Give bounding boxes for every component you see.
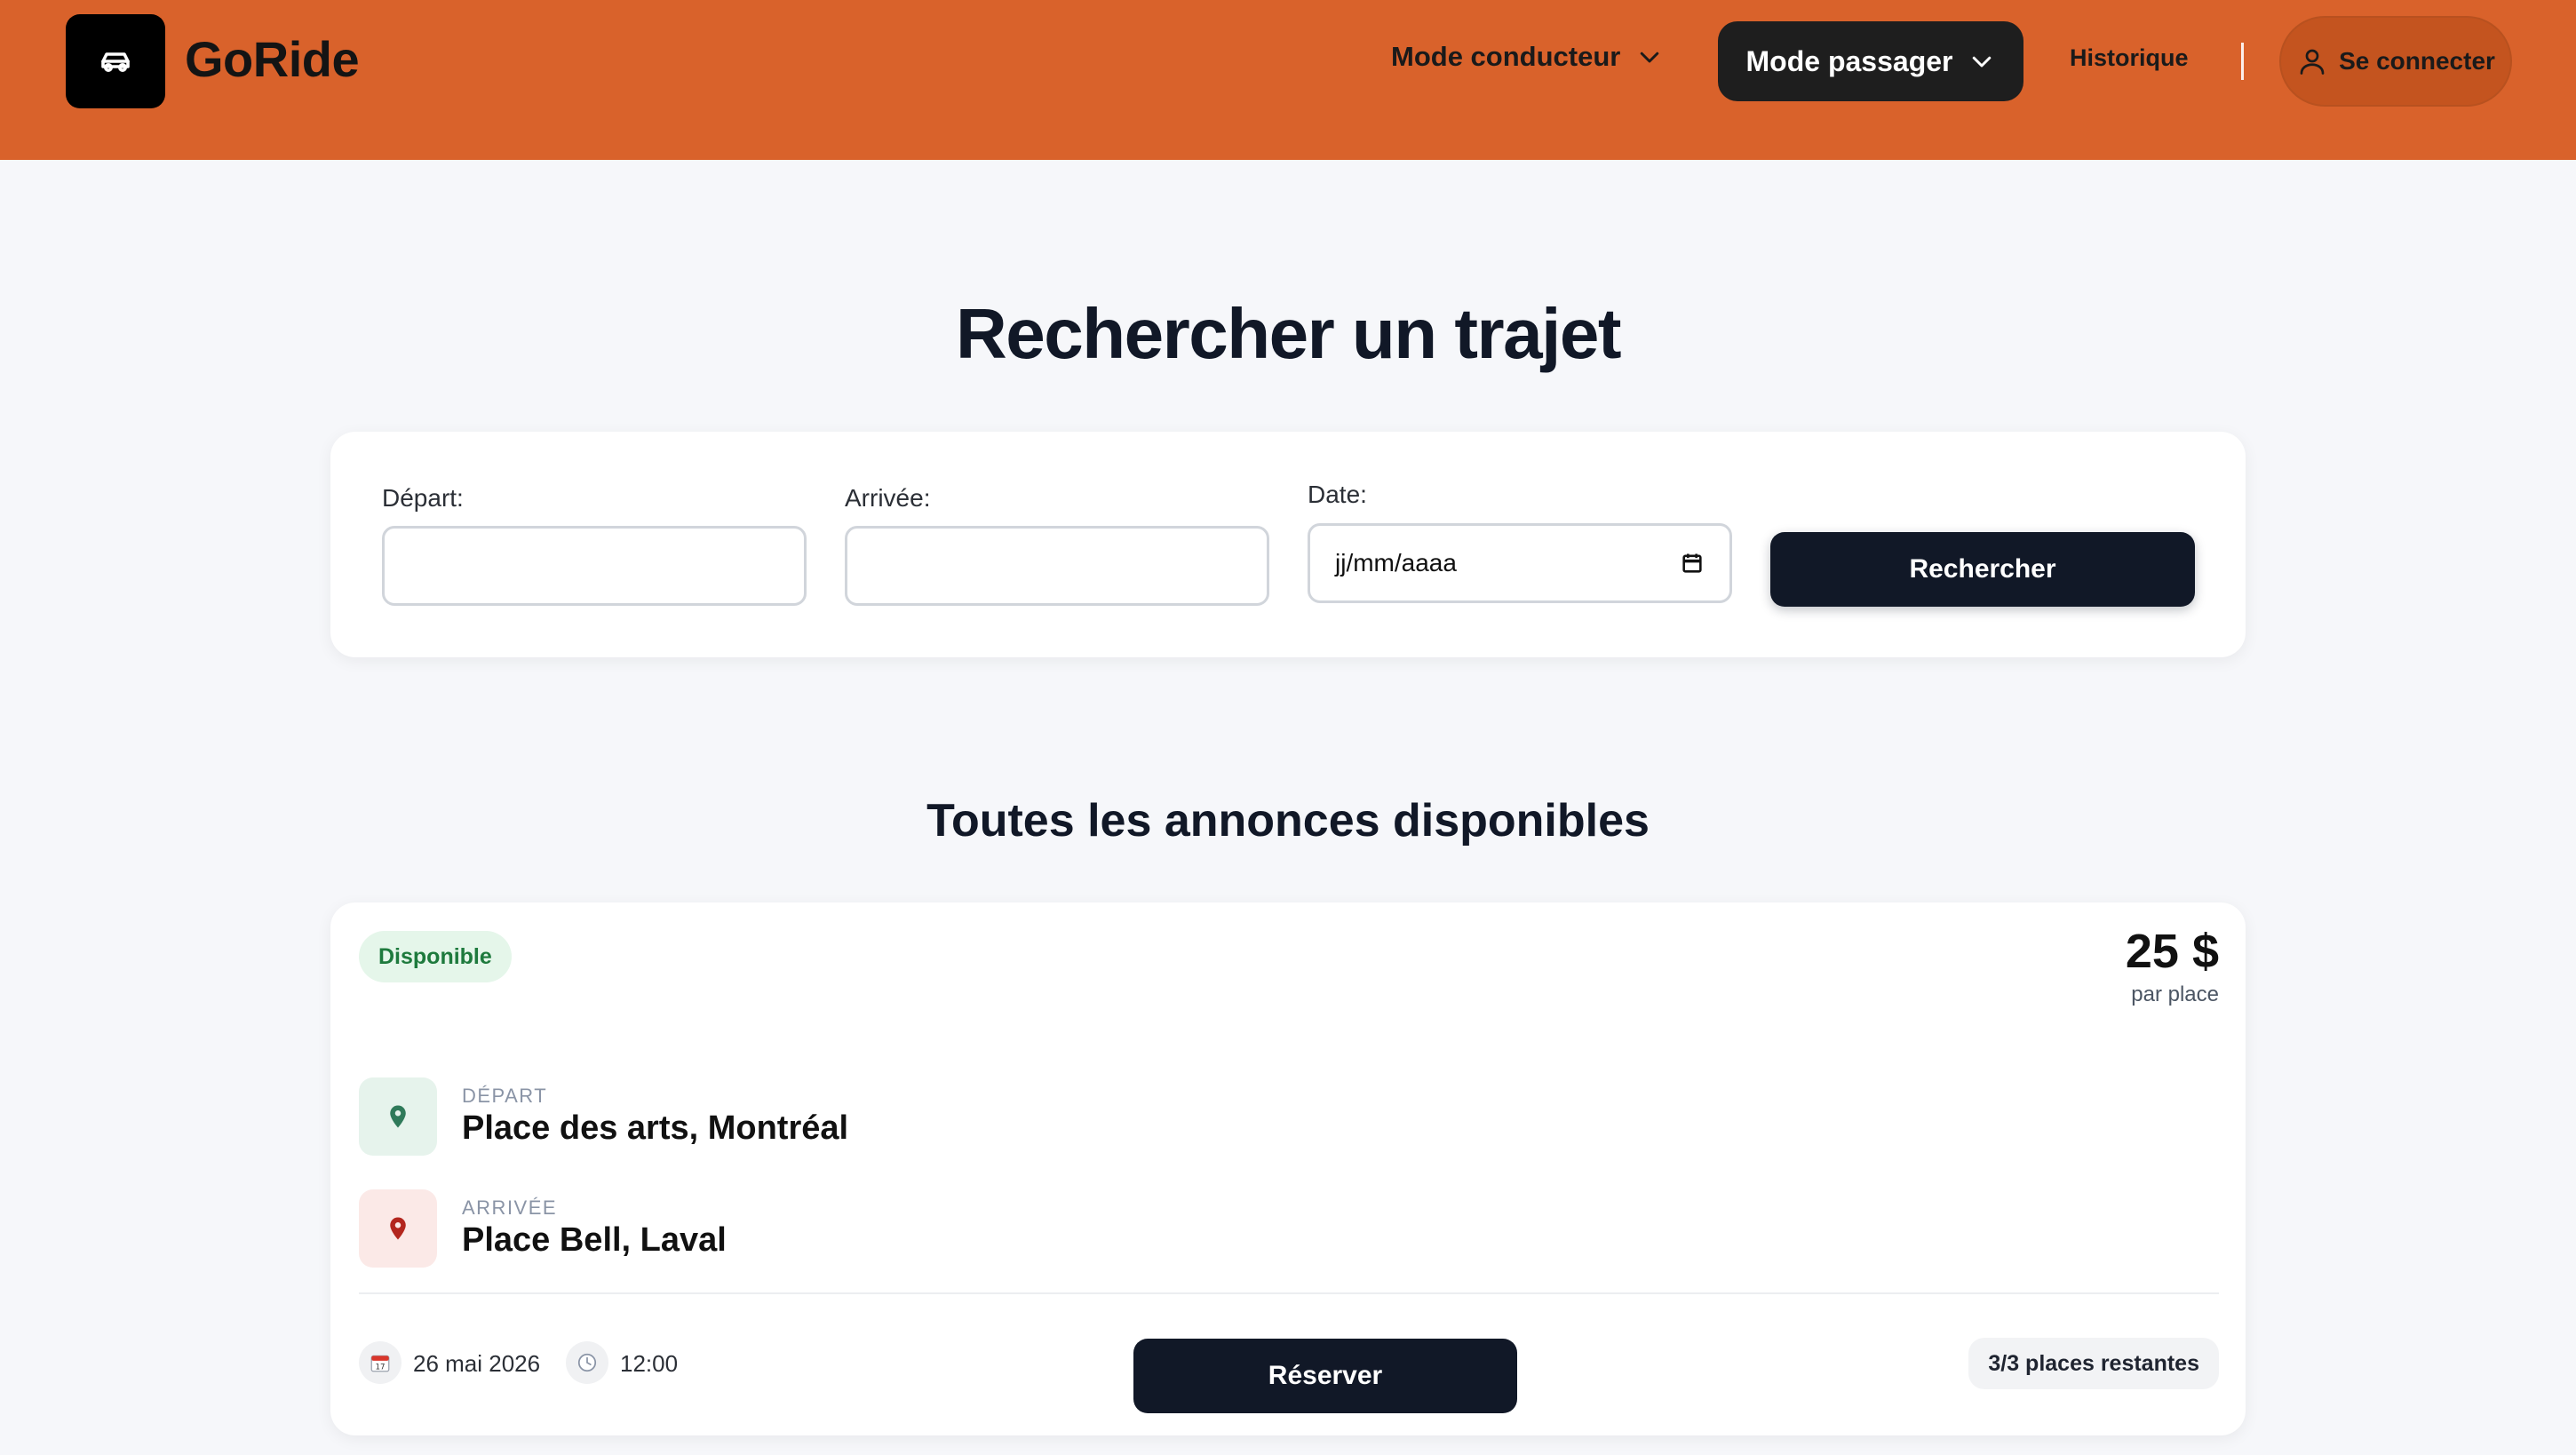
card-divider bbox=[359, 1292, 2219, 1294]
brand-name[interactable]: GoRide bbox=[185, 30, 360, 88]
departure-input[interactable] bbox=[382, 526, 807, 606]
chevron-down-icon bbox=[1973, 56, 1992, 68]
user-icon bbox=[2300, 49, 2325, 75]
clock-icon bbox=[566, 1341, 608, 1384]
ride-price: 25 $ bbox=[2125, 925, 2219, 978]
reserve-button[interactable]: Réserver bbox=[1133, 1339, 1517, 1413]
arrival-caption: ARRIVÉE bbox=[462, 1197, 558, 1219]
nav-divider bbox=[2241, 43, 2244, 80]
ride-date: 26 mai 2026 bbox=[413, 1350, 541, 1377]
departure-icon-box bbox=[359, 1077, 437, 1156]
departure-caption: DÉPART bbox=[462, 1085, 548, 1107]
arrival-icon-box bbox=[359, 1189, 437, 1268]
car-icon bbox=[101, 52, 130, 72]
logo[interactable] bbox=[66, 14, 165, 108]
ride-time: 12:00 bbox=[620, 1350, 679, 1377]
nav-driver-mode[interactable]: Mode conducteur bbox=[1391, 41, 1663, 73]
date-input[interactable]: jj/mm/aaaa bbox=[1308, 523, 1732, 603]
status-badge: Disponible bbox=[359, 931, 512, 982]
nav-history-link[interactable]: Historique bbox=[2070, 44, 2189, 72]
date-label: Date: bbox=[1308, 481, 1367, 508]
map-pin-icon bbox=[390, 1217, 406, 1240]
chevron-down-icon bbox=[1641, 52, 1659, 63]
departure-label: Départ: bbox=[382, 484, 464, 512]
departure-location: Place des arts, Montréal bbox=[462, 1109, 849, 1147]
login-button-label: Se connecter bbox=[2339, 47, 2495, 75]
nav-passenger-mode[interactable]: Mode passager bbox=[1718, 21, 2023, 101]
search-button[interactable]: Rechercher bbox=[1770, 532, 2195, 607]
login-button[interactable]: Se connecter bbox=[2279, 16, 2512, 107]
svg-text:17: 17 bbox=[375, 1364, 385, 1372]
map-pin-icon bbox=[390, 1105, 406, 1128]
ride-price-unit: par place bbox=[2131, 982, 2219, 1006]
seats-badge: 3/3 places restantes bbox=[1968, 1338, 2219, 1389]
calendar-icon[interactable] bbox=[1680, 551, 1705, 576]
arrival-location: Place Bell, Laval bbox=[462, 1221, 727, 1259]
arrival-label: Arrivée: bbox=[845, 484, 931, 512]
listings-title: Toutes les annonces disponibles bbox=[926, 795, 1650, 847]
arrival-input[interactable] bbox=[845, 526, 1269, 606]
date-placeholder: jj/mm/aaaa bbox=[1335, 549, 1457, 576]
nav-driver-mode-label: Mode conducteur bbox=[1391, 41, 1621, 72]
page-title: Rechercher un trajet bbox=[955, 294, 1622, 373]
nav-passenger-mode-label: Mode passager bbox=[1745, 44, 1953, 77]
top-navbar bbox=[0, 0, 2576, 160]
calendar-icon: 17 bbox=[359, 1341, 402, 1384]
